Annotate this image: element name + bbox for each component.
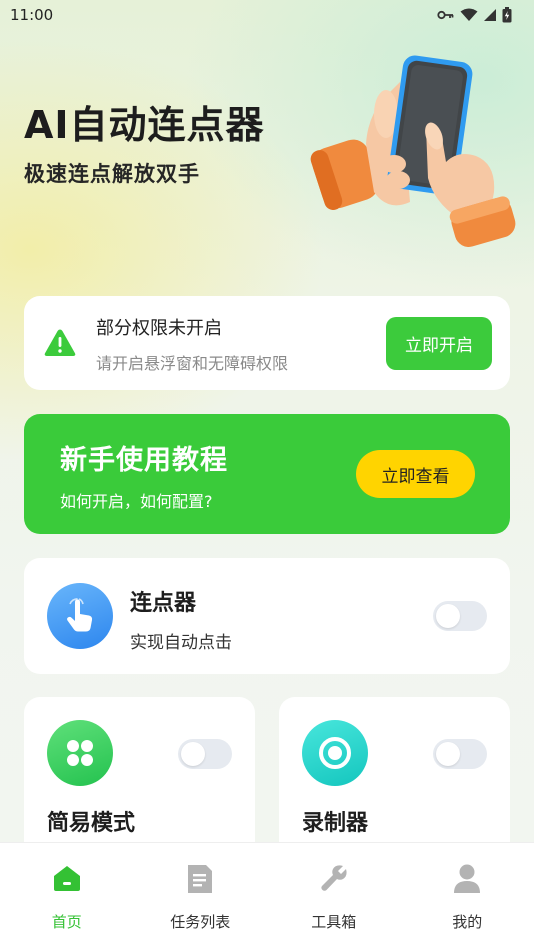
simple-mode-title: 简易模式 [47, 811, 136, 836]
tap-finger-icon [47, 583, 113, 649]
tutorial-card[interactable]: 新手使用教程 如何开启，如何配置? 立即查看 [24, 414, 510, 534]
tab-mine[interactable]: 我的 [401, 843, 534, 949]
simple-mode-toggle[interactable] [178, 739, 232, 769]
record-icon [302, 720, 368, 786]
wrench-icon [319, 863, 349, 897]
recorder-title: 录制器 [302, 811, 369, 836]
hero-title: AI自动连点器 [24, 103, 265, 147]
hand-phone-illustration [308, 52, 522, 248]
status-bar: 11:00 [0, 0, 534, 30]
clicker-toggle[interactable] [433, 601, 487, 631]
wifi-icon [460, 8, 478, 22]
tab-mine-label: 我的 [452, 913, 483, 931]
tab-task-list[interactable]: 任务列表 [134, 843, 268, 949]
clicker-description: 实现自动点击 [130, 633, 232, 653]
recorder-toggle[interactable] [433, 739, 487, 769]
tutorial-description: 如何开启，如何配置? [60, 492, 213, 511]
permission-card: 部分权限未开启 请开启悬浮窗和无障碍权限 立即开启 [24, 296, 510, 390]
clicker-card: 连点器 实现自动点击 [24, 558, 510, 674]
tab-home[interactable]: 首页 [0, 843, 134, 949]
enable-now-button[interactable]: 立即开启 [386, 317, 492, 370]
person-icon [453, 863, 481, 899]
bottom-tab-bar: 首页 任务列表 工具箱 我的 [0, 842, 534, 949]
battery-icon [502, 7, 512, 23]
clover-icon [47, 720, 113, 786]
document-icon [186, 863, 214, 899]
signal-icon [483, 8, 497, 22]
status-icons [437, 7, 512, 23]
tab-task-list-label: 任务列表 [170, 913, 231, 931]
status-time: 11:00 [10, 6, 54, 24]
permission-title: 部分权限未开启 [96, 318, 222, 339]
hero-subtitle: 极速连点解放双手 [24, 162, 200, 186]
tutorial-title: 新手使用教程 [60, 445, 228, 476]
vpn-key-icon [437, 9, 455, 21]
tab-toolbox[interactable]: 工具箱 [267, 843, 401, 949]
view-now-button[interactable]: 立即查看 [356, 450, 475, 498]
warning-icon [44, 328, 76, 361]
tab-toolbox-label: 工具箱 [311, 913, 357, 931]
permission-description: 请开启悬浮窗和无障碍权限 [96, 354, 289, 373]
tab-home-label: 首页 [51, 913, 82, 931]
clicker-title: 连点器 [130, 591, 197, 616]
home-icon [52, 863, 82, 897]
